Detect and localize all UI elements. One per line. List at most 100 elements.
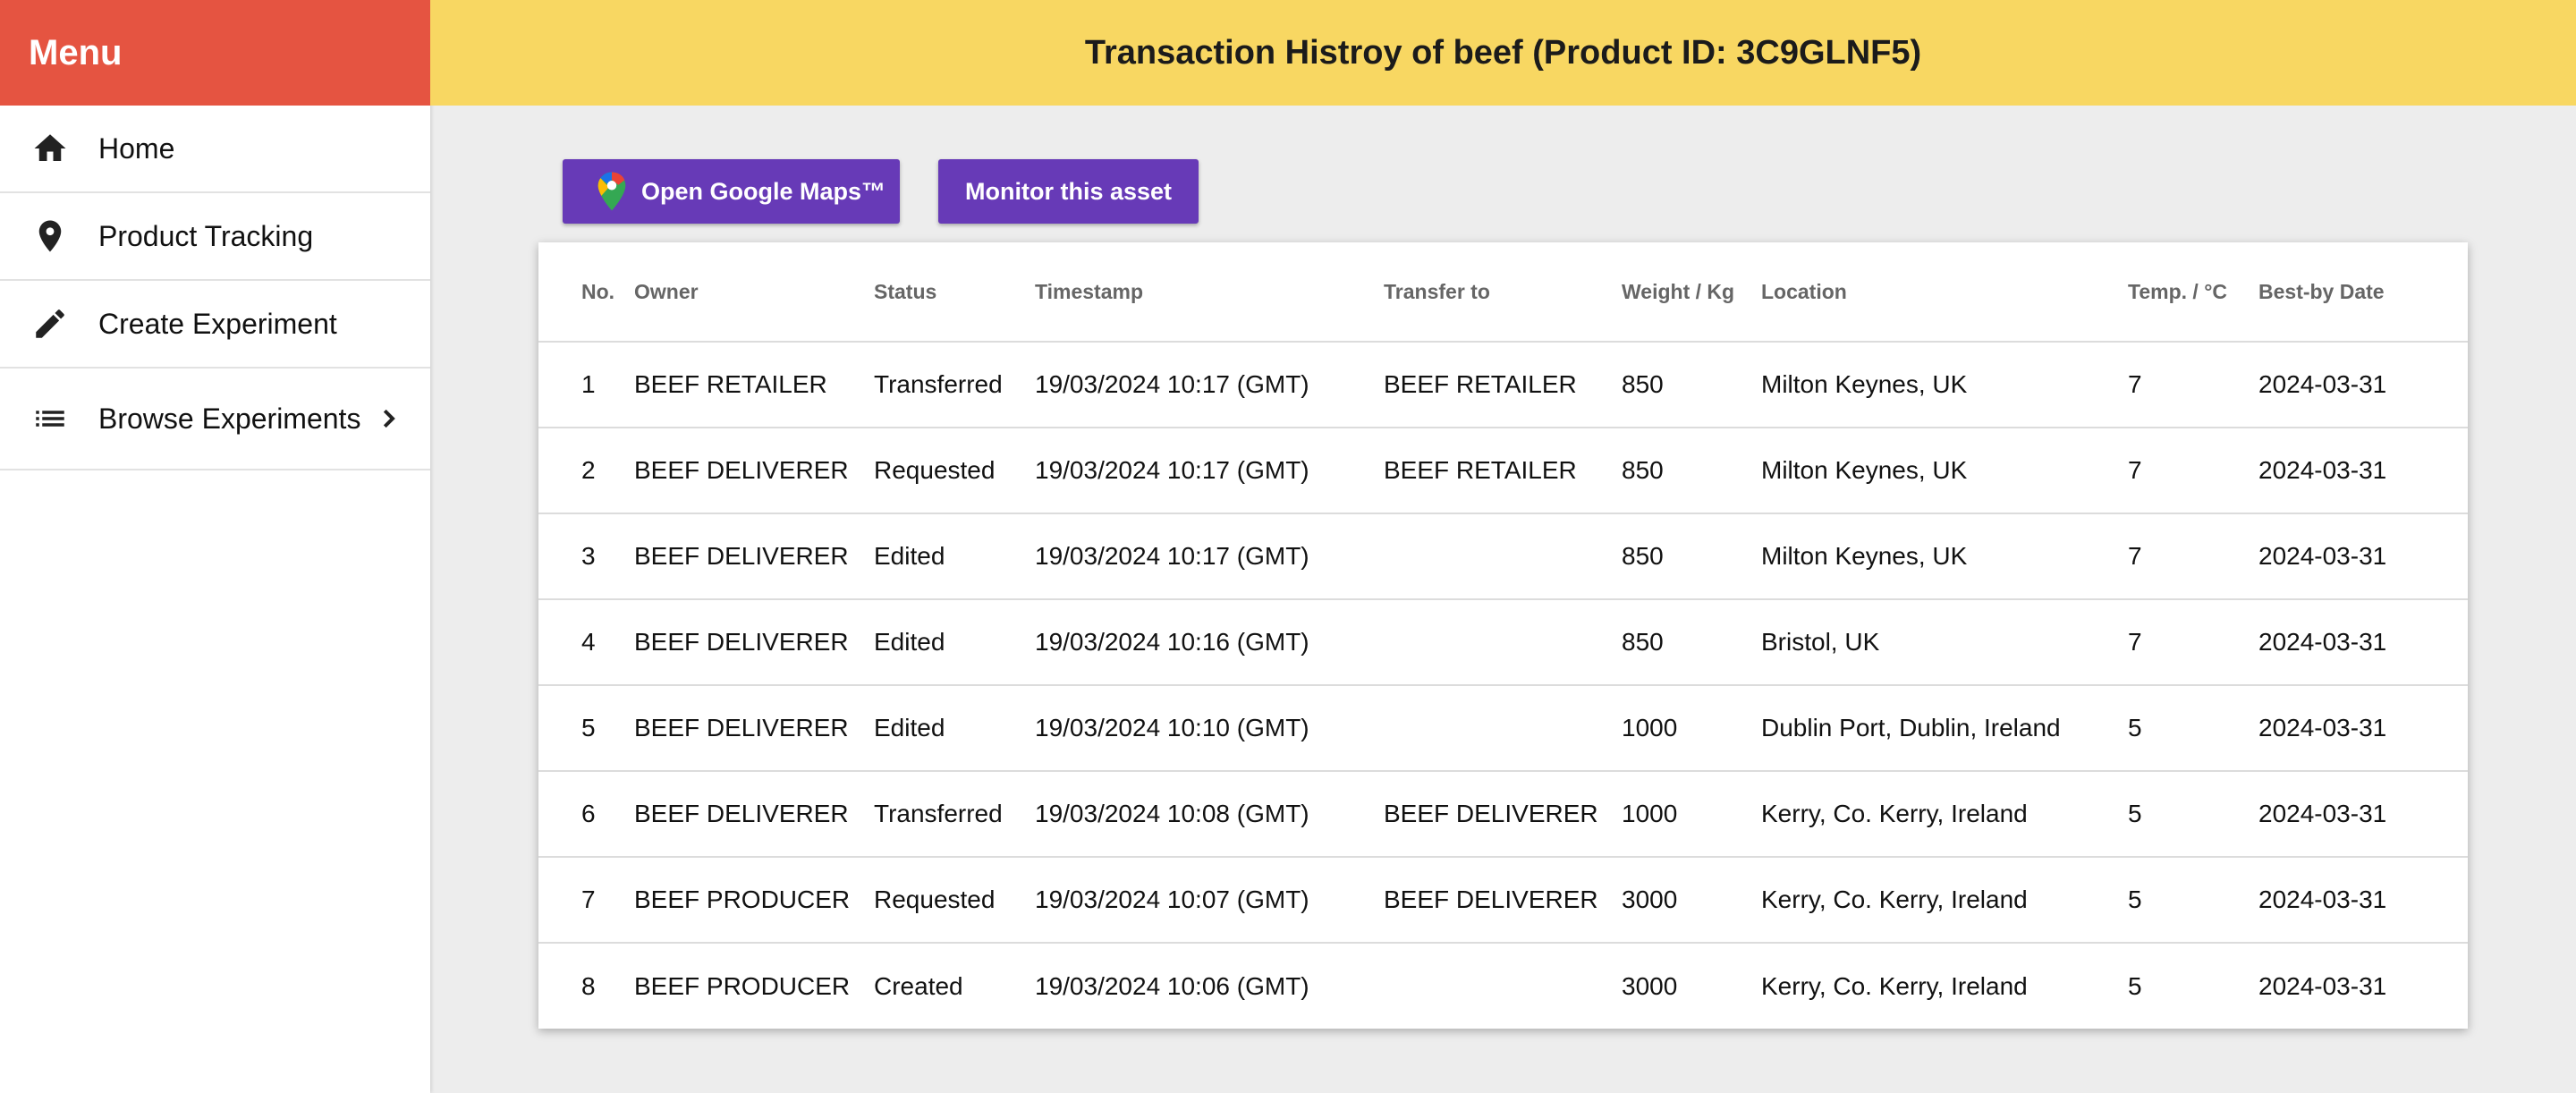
sidebar-item-label: Browse Experiments: [98, 402, 361, 435]
cell-status: Edited: [874, 513, 1035, 600]
cell-weight: 850: [1622, 428, 1761, 514]
menu-header: Menu: [0, 0, 430, 106]
cell-weight: 3000: [1622, 971, 1678, 1000]
cell-best-by-date: 2024-03-31: [2258, 513, 2468, 600]
sidebar-item-label: Create Experiment: [98, 307, 337, 340]
cell-transfer-to: BEEF RETAILER: [1384, 342, 1622, 428]
cell-best-by-date: 2024-03-31: [2258, 342, 2468, 428]
cell-location: Kerry, Co. Kerry, Ireland: [1761, 971, 2028, 1000]
cell-no: 2: [538, 428, 634, 514]
cell-temp: 5: [2128, 771, 2258, 858]
cell-location: Kerry, Co. Kerry, Ireland: [1761, 857, 2128, 944]
cell-weight: 850: [1622, 599, 1761, 686]
sidebar: Menu Home Product Tracking Create Experi…: [0, 0, 430, 1093]
cell-best-by-date: 2024-03-31: [2258, 971, 2387, 1000]
cell-temp: 7: [2128, 599, 2258, 686]
cell-owner: BEEF DELIVERER: [634, 513, 874, 600]
cell-temp: 7: [2128, 428, 2258, 514]
cell-temp: 5: [2128, 685, 2258, 772]
sidebar-item-label: Home: [98, 131, 175, 165]
cell-best-by-date: 2024-03-31: [2258, 685, 2468, 772]
cell-weight: 1000: [1622, 685, 1761, 772]
table-body: 1 BEEF RETAILER Transferred 19/03/2024 10:1…: [538, 342, 2468, 1029]
cell-temp: 7: [2128, 513, 2258, 600]
cell-temp: 5: [2128, 857, 2258, 944]
cell-status: Requested: [874, 428, 1035, 514]
cell-no: 7: [538, 857, 634, 944]
cell-status: Transferred: [874, 342, 1035, 428]
cell-weight: 1000: [1622, 771, 1761, 858]
table-row: 8 BEEF PRODUCER Created 19/03/2024 10:06 (G…: [538, 943, 2468, 1029]
column-header-temp: Temp. / °C: [2128, 242, 2258, 343]
cell-timestamp: 19/03/2024 10:16 (GMT): [1035, 599, 1384, 686]
cell-timestamp: 19/03/2024 10:06 (GMT): [1035, 971, 1309, 1000]
column-header-transfer-to: Transfer to: [1384, 242, 1622, 343]
cell-status: Edited: [874, 685, 1035, 772]
cell-location: Milton Keynes, UK: [1761, 513, 2128, 600]
sidebar-item-product-tracking[interactable]: Product Tracking: [0, 193, 430, 281]
cell-no: 4: [538, 599, 634, 686]
table-header-row: No. Owner Status Timestamp Transfer to W…: [538, 242, 2468, 343]
cell-owner: BEEF DELIVERER: [634, 685, 874, 772]
open-google-maps-button[interactable]: Open Google Maps™: [563, 159, 900, 224]
cell-timestamp: 19/03/2024 10:07 (GMT): [1035, 857, 1384, 944]
cell-best-by-date: 2024-03-31: [2258, 771, 2468, 858]
home-icon: [30, 129, 70, 168]
cell-no: 6: [538, 771, 634, 858]
sidebar-item-label: Product Tracking: [98, 219, 314, 252]
table-row: 5 BEEF DELIVERER Edited 19/03/2024 10:10 (G…: [538, 685, 2468, 772]
cell-best-by-date: 2024-03-31: [2258, 428, 2468, 514]
cell-location: Kerry, Co. Kerry, Ireland: [1761, 771, 2128, 858]
cell-status: Created: [874, 971, 963, 1000]
column-header-owner: Owner: [634, 242, 874, 343]
cell-owner: BEEF DELIVERER: [634, 771, 874, 858]
location-pin-icon: [30, 216, 70, 256]
sidebar-item-browse-experiments[interactable]: Browse Experiments: [0, 369, 430, 470]
cell-transfer-to: BEEF DELIVERER: [1384, 857, 1622, 944]
cell-no: 3: [538, 513, 634, 600]
cell-transfer-to: BEEF RETAILER: [1384, 428, 1622, 514]
cell-owner: BEEF DELIVERER: [634, 428, 874, 514]
cell-timestamp: 19/03/2024 10:17 (GMT): [1035, 428, 1384, 514]
column-header-best-by-date: Best-by Date: [2258, 242, 2468, 343]
cell-status: Requested: [874, 857, 1035, 944]
table-row: 4 BEEF DELIVERER Edited 19/03/2024 10:16 (G…: [538, 599, 2468, 686]
cell-weight: 850: [1622, 513, 1761, 600]
cell-location: Milton Keynes, UK: [1761, 342, 2128, 428]
sidebar-nav: Home Product Tracking Create Experiment …: [0, 106, 430, 470]
transaction-table: No. Owner Status Timestamp Transfer to W…: [538, 242, 2468, 1029]
top-bar: Transaction Histroy of beef (Product ID:…: [430, 0, 2576, 106]
list-icon: [30, 399, 70, 438]
cell-temp: 7: [2128, 342, 2258, 428]
cell-transfer-to: [1384, 943, 1622, 1029]
column-header-status: Status: [874, 242, 1035, 343]
cell-best-by-date: 2024-03-31: [2258, 599, 2468, 686]
cell-owner: BEEF PRODUCER: [634, 857, 874, 944]
column-header-no: No.: [538, 242, 634, 343]
cell-timestamp: 19/03/2024 10:17 (GMT): [1035, 513, 1384, 600]
cell-owner: BEEF PRODUCER: [634, 971, 851, 1000]
sidebar-item-home[interactable]: Home: [0, 106, 430, 193]
cell-location: Bristol, UK: [1761, 599, 2128, 686]
cell-timestamp: 19/03/2024 10:10 (GMT): [1035, 685, 1384, 772]
page-title: Transaction Histroy of beef (Product ID:…: [1084, 33, 1922, 72]
sidebar-item-create-experiment[interactable]: Create Experiment: [0, 281, 430, 369]
cell-transfer-to: [1384, 513, 1622, 600]
column-header-timestamp: Timestamp: [1035, 242, 1384, 343]
monitor-asset-button[interactable]: Monitor this asset: [938, 159, 1199, 224]
cell-weight: 850: [1622, 342, 1761, 428]
cell-status: Transferred: [874, 771, 1035, 858]
cell-timestamp: 19/03/2024 10:17 (GMT): [1035, 342, 1384, 428]
cell-transfer-to: BEEF DELIVERER: [1384, 771, 1622, 858]
cell-status: Edited: [874, 599, 1035, 686]
open-google-maps-label: Open Google Maps™: [641, 177, 886, 205]
cell-timestamp: 19/03/2024 10:08 (GMT): [1035, 771, 1384, 858]
table-row: 6 BEEF DELIVERER Transferred 19/03/2024 10:…: [538, 771, 2468, 858]
cell-location: Milton Keynes, UK: [1761, 428, 2128, 514]
cell-best-by-date: 2024-03-31: [2258, 857, 2468, 944]
pencil-icon: [30, 304, 70, 343]
cell-no: 8: [581, 971, 596, 1000]
cell-owner: BEEF RETAILER: [634, 342, 874, 428]
transaction-table-card: No. Owner Status Timestamp Transfer to W…: [538, 242, 2468, 1029]
column-header-location: Location: [1761, 242, 2128, 343]
